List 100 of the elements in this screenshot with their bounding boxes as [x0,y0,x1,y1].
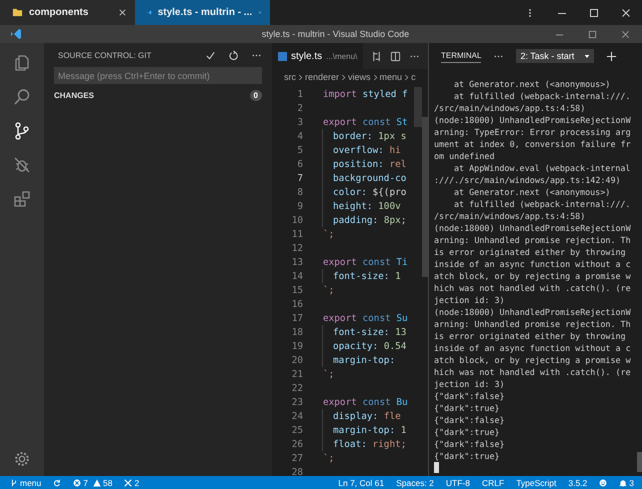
line-number: 14 [290,270,303,282]
extensions-icon[interactable] [12,189,32,209]
terminal-line: (node:18000) UnhandledPromiseRejectionW [434,223,631,233]
breadcrumb[interactable]: c [411,72,416,82]
line-number: 27 [290,452,303,464]
line-number: 20 [290,354,303,366]
status-item[interactable]: Spaces: 2 [396,478,434,488]
line-number: 9 [296,200,303,212]
close-icon[interactable] [621,8,631,18]
terminal-line: ument at index 0, conversion failure fr [434,139,631,149]
commit-message-field[interactable]: Message (press Ctrl+Enter to commit) [54,67,262,84]
window-title: style.ts - multrin - Visual Studio Code [260,29,410,39]
terminal-tab[interactable]: TERMINAL [441,49,482,63]
maximize-icon[interactable] [589,8,599,18]
line-number: 22 [290,382,303,394]
count-badge: 0 [250,90,262,101]
code-line: import styled f [323,88,408,100]
terminal-line: hich was not handled with .catch(). (re [434,367,631,377]
problems-indicator[interactable]: 7 58 [73,478,112,488]
line-number: 16 [290,298,303,310]
terminal-line: atch block, or by rejecting a promise w [434,355,631,365]
line-number: 15 [290,284,303,296]
status-item[interactable]: 3.5.2 [568,478,588,488]
smiley-icon[interactable] [599,478,608,486]
file-type-icon [278,52,287,60]
folder-icon [12,7,23,18]
scrollbar[interactable] [637,452,642,472]
code-line: height: 100v [333,200,401,212]
tools-indicator[interactable]: 2 [124,478,140,488]
terminal-line: (node:18000) UnhandledPromiseRejectionW [434,307,631,317]
sync-icon[interactable] [53,478,62,486]
code-line: display: fle [333,410,401,422]
status-item[interactable]: Ln 7, Col 61 [338,478,384,488]
plus-icon[interactable] [606,50,618,62]
terminal-line: at Generator.next (<anonymous>) [454,187,610,197]
line-number: 10 [290,214,303,226]
line-number: 28 [290,466,303,476]
terminal-line: arning: TypeError: Error processing arg [434,127,631,137]
editor-tab[interactable]: style.ts ...\menu\ [272,43,364,69]
debug-icon[interactable] [12,155,32,175]
terminal-line: {"dark":false} [434,391,505,401]
branch-indicator[interactable]: menu [10,478,42,488]
breadcrumb[interactable]: renderer [305,72,340,82]
notifications-indicator[interactable]: 3 [619,478,634,488]
code-line: export const Su [323,312,408,324]
code-line: color: ${(pro [333,186,406,198]
line-number: 25 [290,424,303,436]
scrollbar[interactable] [422,117,428,277]
line-number: 21 [290,368,303,380]
window-tab[interactable]: components [0,0,135,25]
terminal-line: (node:18000) UnhandledPromiseRejectionW [434,115,631,125]
line-number: 19 [290,340,303,352]
line-number: 8 [296,186,303,198]
search-icon[interactable] [12,87,32,107]
terminal-line: {"dark":true} [434,451,500,461]
settings-icon[interactable] [13,450,31,468]
line-number: 7 [296,172,303,184]
status-item[interactable]: TypeScript [516,478,556,488]
terminal-line: is error originated either by throwing [434,331,626,341]
check-icon[interactable] [205,50,216,60]
code-line: font-size: 13 [333,326,406,338]
breadcrumb[interactable]: menu [380,72,402,82]
status-item[interactable]: CRLF [482,478,504,488]
split-editor-icon[interactable] [390,50,402,62]
breadcrumb[interactable]: views [348,72,371,82]
terminal-line: arning: Unhandled promise rejection. Th [434,319,631,329]
code-line: background-co [333,172,406,184]
code-line: border: 1px s [333,130,406,142]
terminal-line: :///./src/main/windows/app.ts:142:49) [434,175,621,185]
terminal-line: {"dark":true} [434,403,500,413]
code-line: position: rel [333,158,406,170]
terminal-line: jection id: 3) [434,295,505,305]
breadcrumb[interactable]: src [284,72,296,82]
line-number: 3 [296,116,303,128]
terminal-line: /src/main/windows/app.ts:4:58) [434,211,586,221]
terminal-line: inside of an async function without a c [434,259,631,269]
code-line: float: right; [333,438,406,450]
code-line: font-size: 1 [333,270,401,282]
line-number: 1 [296,88,303,100]
line-number: 18 [290,326,303,338]
terminal-dropdown[interactable]: 2: Task - start [516,49,594,63]
line-number: 6 [296,158,303,170]
refresh-icon[interactable] [228,50,239,60]
terminal-line: {"dark":true} [434,427,500,437]
code-editor-icon [10,28,22,40]
line-number: 13 [290,256,303,268]
minimap [414,87,422,127]
code-line: export const St [323,116,408,128]
close-icon[interactable] [118,8,127,17]
terminal-line: {"dark":false} [434,439,505,449]
section-header[interactable]: CHANGES [54,91,94,100]
panel-title: SOURCE CONTROL: GIT [58,50,152,60]
terminal-line: at Generator.next (<anonymous>) [454,79,610,89]
compare-icon[interactable] [371,50,382,62]
window-tab[interactable]: style.ts - multrin - ... [135,0,270,25]
line-number: 11 [290,228,303,240]
status-item[interactable]: UTF-8 [446,478,470,488]
code-line: `; [323,368,334,380]
code-line: export const Bu [323,396,408,408]
terminal-line: {"dark":false} [434,415,505,425]
